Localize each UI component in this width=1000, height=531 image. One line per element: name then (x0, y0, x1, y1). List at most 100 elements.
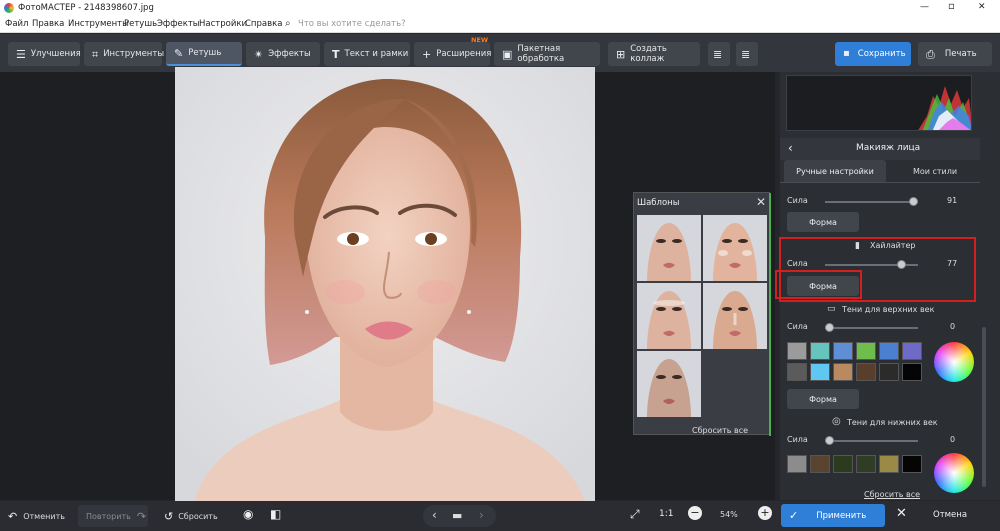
close-window-button[interactable]: ✕ (978, 2, 986, 12)
tab-manual-settings[interactable]: Ручные настройки (784, 160, 886, 182)
tab-effects[interactable]: ✴ Эффекты (246, 42, 320, 66)
info-layer-button[interactable]: ≣ (736, 42, 758, 66)
color-swatch[interactable] (833, 363, 853, 381)
redo-button[interactable]: Повторить ↷ (78, 505, 148, 527)
tab-my-styles[interactable]: Мои стили (890, 160, 980, 182)
tab-collage[interactable]: ⊞ Создать коллаж (608, 42, 700, 66)
zoom-in-icon[interactable]: + (758, 506, 772, 520)
color-swatch[interactable] (856, 363, 876, 381)
search-input[interactable]: Что вы хотите сделать? (298, 19, 406, 29)
face-thumbnail (637, 215, 701, 281)
color-swatch[interactable] (810, 455, 830, 473)
menu-effects[interactable]: Эффекты (157, 19, 200, 29)
save-icon: ▪ (843, 48, 850, 59)
color-swatch[interactable] (902, 363, 922, 381)
menu-settings[interactable]: Настройки (199, 19, 247, 29)
color-swatch[interactable] (902, 342, 922, 360)
tab-tools[interactable]: ⌗ Инструменты (84, 42, 164, 66)
upper-color-wheel[interactable] (934, 342, 974, 382)
color-swatch[interactable] (833, 342, 853, 360)
reset-all-link[interactable]: Сбросить все (864, 490, 920, 499)
strength-slider[interactable] (825, 201, 918, 203)
add-layer-button[interactable]: ≣ (708, 42, 730, 66)
fit-screen-icon[interactable]: ⤢ (630, 507, 640, 522)
color-swatch[interactable] (879, 363, 899, 381)
strength-label: Сила (787, 322, 808, 331)
minimize-button[interactable]: — (920, 2, 929, 12)
tabs-divider (780, 182, 980, 183)
color-swatch[interactable] (787, 363, 807, 381)
color-swatch[interactable] (856, 455, 876, 473)
cancel-icon[interactable]: ✕ (896, 506, 907, 521)
folder-icon[interactable]: ▬ (452, 509, 462, 522)
maximize-button[interactable]: ▫ (948, 1, 955, 12)
template-thumbnail[interactable] (637, 351, 701, 417)
tab-label: Ретушь (188, 48, 222, 58)
zoom-out-icon[interactable]: − (688, 506, 702, 520)
compare-icon[interactable]: ◧ (270, 507, 281, 521)
upper-eyelid-slider[interactable] (825, 327, 918, 329)
tab-batch[interactable]: ▣ Пакетная обработка (494, 42, 600, 66)
color-swatch[interactable] (833, 455, 853, 473)
strength-slider-knob[interactable] (909, 197, 918, 206)
upper-eyelid-shape-button[interactable]: Форма (787, 389, 859, 409)
tab-retouch[interactable]: ✎ Ретушь (166, 42, 242, 66)
color-swatch[interactable] (879, 342, 899, 360)
undo-label: Отменить (23, 511, 65, 521)
template-thumbnail[interactable] (703, 283, 767, 349)
back-arrow-icon[interactable]: ‹ (788, 141, 793, 155)
menu-help[interactable]: Справка (245, 19, 282, 29)
shape-button[interactable]: Форма (787, 212, 859, 232)
next-image-icon[interactable]: › (479, 508, 484, 522)
sliders-icon: ☰ (16, 47, 26, 61)
panel-title: Макияж лица (856, 143, 921, 153)
templates-reset-all[interactable]: Сбросить все (692, 426, 748, 435)
lower-color-wheel[interactable] (934, 453, 974, 493)
menu-retouch[interactable]: Ретушь (124, 19, 157, 29)
color-swatch[interactable] (879, 455, 899, 473)
print-button[interactable]: ⎙ Печать (918, 42, 992, 66)
highlight-annotation-box (775, 270, 862, 299)
lower-eyelid-slider-knob[interactable] (825, 436, 834, 445)
apply-button[interactable]: ✓ Применить (781, 504, 885, 527)
menu-tools[interactable]: Инструменты (68, 19, 129, 29)
app-logo-icon (4, 3, 14, 13)
color-swatch[interactable] (810, 342, 830, 360)
strength-label: Сила (787, 196, 808, 205)
histogram (786, 75, 972, 131)
color-swatch[interactable] (856, 342, 876, 360)
undo-button[interactable]: ↶ Отменить (8, 507, 72, 525)
zoom-ratio-button[interactable]: 1:1 (659, 509, 673, 519)
color-swatch[interactable] (810, 363, 830, 381)
color-swatch[interactable] (787, 455, 807, 473)
templates-scrollbar[interactable] (769, 193, 771, 436)
panel-scrollbar-thumb[interactable] (982, 327, 986, 487)
redo-label: Повторить (86, 511, 131, 521)
strength-value: 91 (947, 196, 958, 205)
prev-image-icon[interactable]: ‹ (432, 508, 437, 522)
tab-text-frames[interactable]: T Текст и рамки (324, 42, 410, 66)
eye-icon[interactable]: ◉ (243, 507, 253, 521)
undo-icon: ↶ (8, 509, 18, 523)
template-thumbnail[interactable] (637, 283, 701, 349)
tab-improvements[interactable]: ☰ Улучшения (8, 42, 81, 66)
shape-button-label: Форма (809, 217, 837, 227)
plus-icon: + (422, 47, 432, 61)
color-swatch[interactable] (902, 455, 922, 473)
tab-label: Текст и рамки (344, 49, 409, 59)
upper-eyelid-slider-knob[interactable] (825, 323, 834, 332)
cancel-button[interactable]: Отмена (933, 510, 967, 520)
portrait-photo[interactable] (175, 67, 595, 501)
color-swatch[interactable] (787, 342, 807, 360)
menu-bar: Файл Правка Инструменты Ретушь Эффекты Н… (0, 16, 1000, 33)
close-templates-icon[interactable]: ✕ (756, 195, 766, 209)
tab-label: Мои стили (912, 166, 958, 176)
reset-button[interactable]: ↺ Сбросить (164, 507, 224, 525)
menu-file[interactable]: Файл (5, 19, 28, 29)
lower-eyelid-slider[interactable] (825, 440, 918, 442)
save-button[interactable]: ▪ Сохранить (835, 42, 911, 66)
template-thumbnail[interactable] (703, 215, 767, 281)
template-thumbnail[interactable] (637, 215, 701, 281)
tab-extensions[interactable]: + Расширения NEW (414, 36, 491, 66)
menu-edit[interactable]: Правка (32, 19, 64, 29)
